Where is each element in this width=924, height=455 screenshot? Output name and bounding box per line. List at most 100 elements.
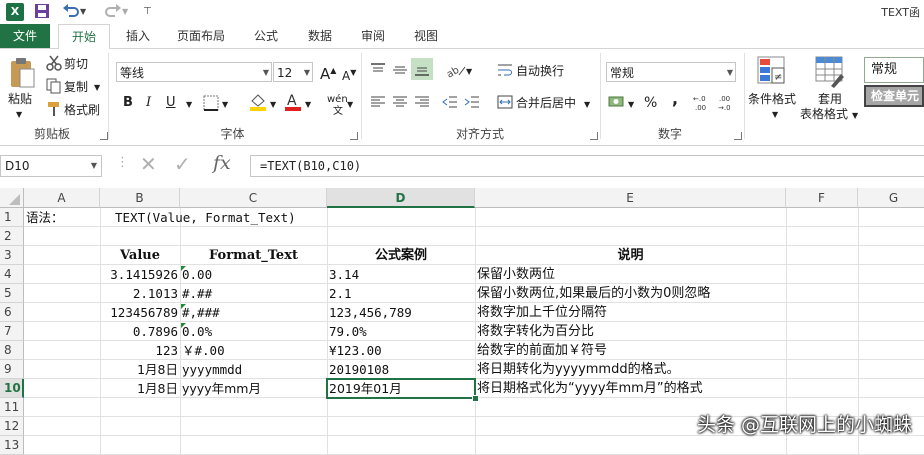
insert-function-icon[interactable]: fx <box>213 152 231 174</box>
copy-dropdown-icon[interactable]: ▼ <box>94 80 100 96</box>
font-color-icon[interactable]: A <box>284 92 302 115</box>
align-left-icon[interactable] <box>370 95 386 112</box>
tab-file[interactable]: 文件 <box>0 24 50 48</box>
tab-page-layout[interactable]: 页面布局 <box>168 24 234 48</box>
cell-b10[interactable]: 1月8日 <box>100 379 180 398</box>
column-header-g[interactable]: G <box>858 188 924 208</box>
align-top-icon[interactable] <box>370 62 386 81</box>
tab-home[interactable]: 开始 <box>58 24 110 50</box>
cell-d4[interactable]: 3.14 <box>327 265 361 284</box>
column-header-d[interactable]: D <box>327 188 475 208</box>
cell-style-check[interactable]: 检查单元 <box>864 85 924 107</box>
cell-a1[interactable]: 语法： <box>24 208 66 227</box>
align-bottom-icon[interactable] <box>411 58 433 80</box>
align-middle-icon[interactable] <box>392 62 408 81</box>
cell-c6[interactable]: #,### <box>180 303 222 322</box>
undo-icon[interactable] <box>62 3 80 21</box>
align-center-icon[interactable] <box>392 95 408 112</box>
row-header-10[interactable]: 10 <box>0 379 24 398</box>
cell-b8[interactable]: 123 <box>100 341 180 360</box>
cell-b4[interactable]: 3.1415926 <box>100 265 180 284</box>
cell-style-normal[interactable]: 常规 <box>864 57 924 83</box>
tab-formulas[interactable]: 公式 <box>246 24 286 48</box>
redo-dropdown-icon[interactable]: ▼ <box>122 3 128 21</box>
cell-c5[interactable]: #.## <box>180 284 214 303</box>
row-header-1[interactable]: 1 <box>0 208 24 227</box>
orientation-icon[interactable]: ab <box>445 61 467 82</box>
shrink-font-button[interactable]: A▼ <box>342 65 356 84</box>
font-name-select[interactable]: 等线 ▼ <box>116 62 272 82</box>
font-color-dropdown-icon[interactable]: ▼ <box>305 97 311 113</box>
row-header-2[interactable]: 2 <box>0 227 24 246</box>
font-size-select[interactable]: 12 ▼ <box>273 62 313 82</box>
header-format-text[interactable]: Format_Text <box>180 246 327 265</box>
column-header-a[interactable]: A <box>24 188 100 208</box>
cell-e8[interactable]: 给数字的前面加￥符号 <box>475 341 609 360</box>
orientation-dropdown-icon[interactable]: ▼ <box>466 64 472 80</box>
alignment-launcher-icon[interactable] <box>590 132 598 140</box>
cell-e9[interactable]: 将日期转化为yyyymmdd的格式。 <box>475 360 682 379</box>
row-header-8[interactable]: 8 <box>0 341 24 360</box>
paste-button[interactable]: 粘贴 <box>8 91 32 107</box>
row-header-9[interactable]: 9 <box>0 360 24 379</box>
cancel-icon[interactable]: ✕ <box>140 152 157 176</box>
bold-button[interactable]: B <box>123 95 133 111</box>
cell-b5[interactable]: 2.1013 <box>100 284 180 303</box>
tab-view[interactable]: 视图 <box>406 24 446 48</box>
cell-c10[interactable]: yyyy年mm月 <box>180 379 263 398</box>
tab-review[interactable]: 审阅 <box>353 24 393 48</box>
decrease-indent-icon[interactable] <box>442 95 458 112</box>
borders-icon[interactable] <box>202 94 220 115</box>
borders-dropdown-icon[interactable]: ▼ <box>222 97 228 113</box>
cell-e6[interactable]: 将数字加上千位分隔符 <box>475 303 609 322</box>
number-format-select[interactable]: 常规 ▼ <box>606 62 736 82</box>
cell-b7[interactable]: 0.7896 <box>100 322 180 341</box>
decrease-decimal-icon[interactable]: .00 →.0 <box>718 93 738 114</box>
cell-d8[interactable]: ¥123.00 <box>327 341 384 360</box>
cell-c8[interactable]: ￥#.00 <box>180 341 227 360</box>
row-header-3[interactable]: 3 <box>0 246 24 265</box>
format-as-table-button[interactable]: 表格格式 <box>800 106 848 122</box>
enter-icon[interactable]: ✓ <box>174 152 191 176</box>
cell-b6[interactable]: 123456789 <box>100 303 180 322</box>
italic-button[interactable]: I <box>146 95 151 111</box>
error-indicator-icon[interactable] <box>181 304 186 309</box>
paste-dropdown-icon[interactable]: ▼ <box>16 107 22 123</box>
fill-handle[interactable] <box>472 395 479 402</box>
paste-icon[interactable] <box>8 57 36 94</box>
error-indicator-icon[interactable] <box>181 266 186 271</box>
clipboard-launcher-icon[interactable] <box>100 132 108 140</box>
save-icon[interactable] <box>34 3 50 21</box>
format-as-table-dropdown-icon[interactable]: ▼ <box>852 108 858 124</box>
tab-insert[interactable]: 插入 <box>118 24 158 48</box>
percent-button[interactable]: % <box>644 95 657 111</box>
cell-b1[interactable]: TEXT(Value, Format_Text) <box>113 208 298 227</box>
column-header-f[interactable]: F <box>786 188 858 208</box>
font-launcher-icon[interactable] <box>350 132 358 140</box>
fill-color-icon[interactable] <box>248 92 268 115</box>
row-header-7[interactable]: 7 <box>0 322 24 341</box>
redo-icon[interactable] <box>104 3 122 21</box>
fill-color-dropdown-icon[interactable]: ▼ <box>270 97 276 113</box>
comma-style-button[interactable]: , <box>672 91 678 107</box>
align-right-icon[interactable] <box>414 95 430 112</box>
increase-decimal-icon[interactable]: ←.0.00 <box>693 93 713 114</box>
merge-center-button[interactable]: 合并后居中 <box>516 95 576 111</box>
cut-button[interactable]: 剪切 <box>64 56 88 72</box>
currency-dropdown-icon[interactable]: ▼ <box>628 97 634 113</box>
column-header-c[interactable]: C <box>180 188 327 208</box>
copy-button[interactable]: 复制 <box>64 79 88 95</box>
select-all-button[interactable] <box>0 188 24 208</box>
wrap-text-button[interactable]: 自动换行 <box>516 63 564 79</box>
cell-c9[interactable]: yyyymmdd <box>180 360 244 379</box>
currency-icon[interactable] <box>608 94 626 113</box>
cell-e10[interactable]: 将日期格式化为“yyyy年mm月”的格式 <box>475 379 705 398</box>
active-cell-selection[interactable] <box>326 378 476 399</box>
cell-e5[interactable]: 保留小数两位,如果最后的小数为0则忽略 <box>475 284 712 303</box>
column-header-b[interactable]: B <box>100 188 180 208</box>
cell-d7[interactable]: 79.0% <box>327 322 369 341</box>
row-header-5[interactable]: 5 <box>0 284 24 303</box>
row-header-4[interactable]: 4 <box>0 265 24 284</box>
underline-dropdown-icon[interactable]: ▼ <box>186 97 192 113</box>
underline-button[interactable]: U <box>166 95 176 111</box>
